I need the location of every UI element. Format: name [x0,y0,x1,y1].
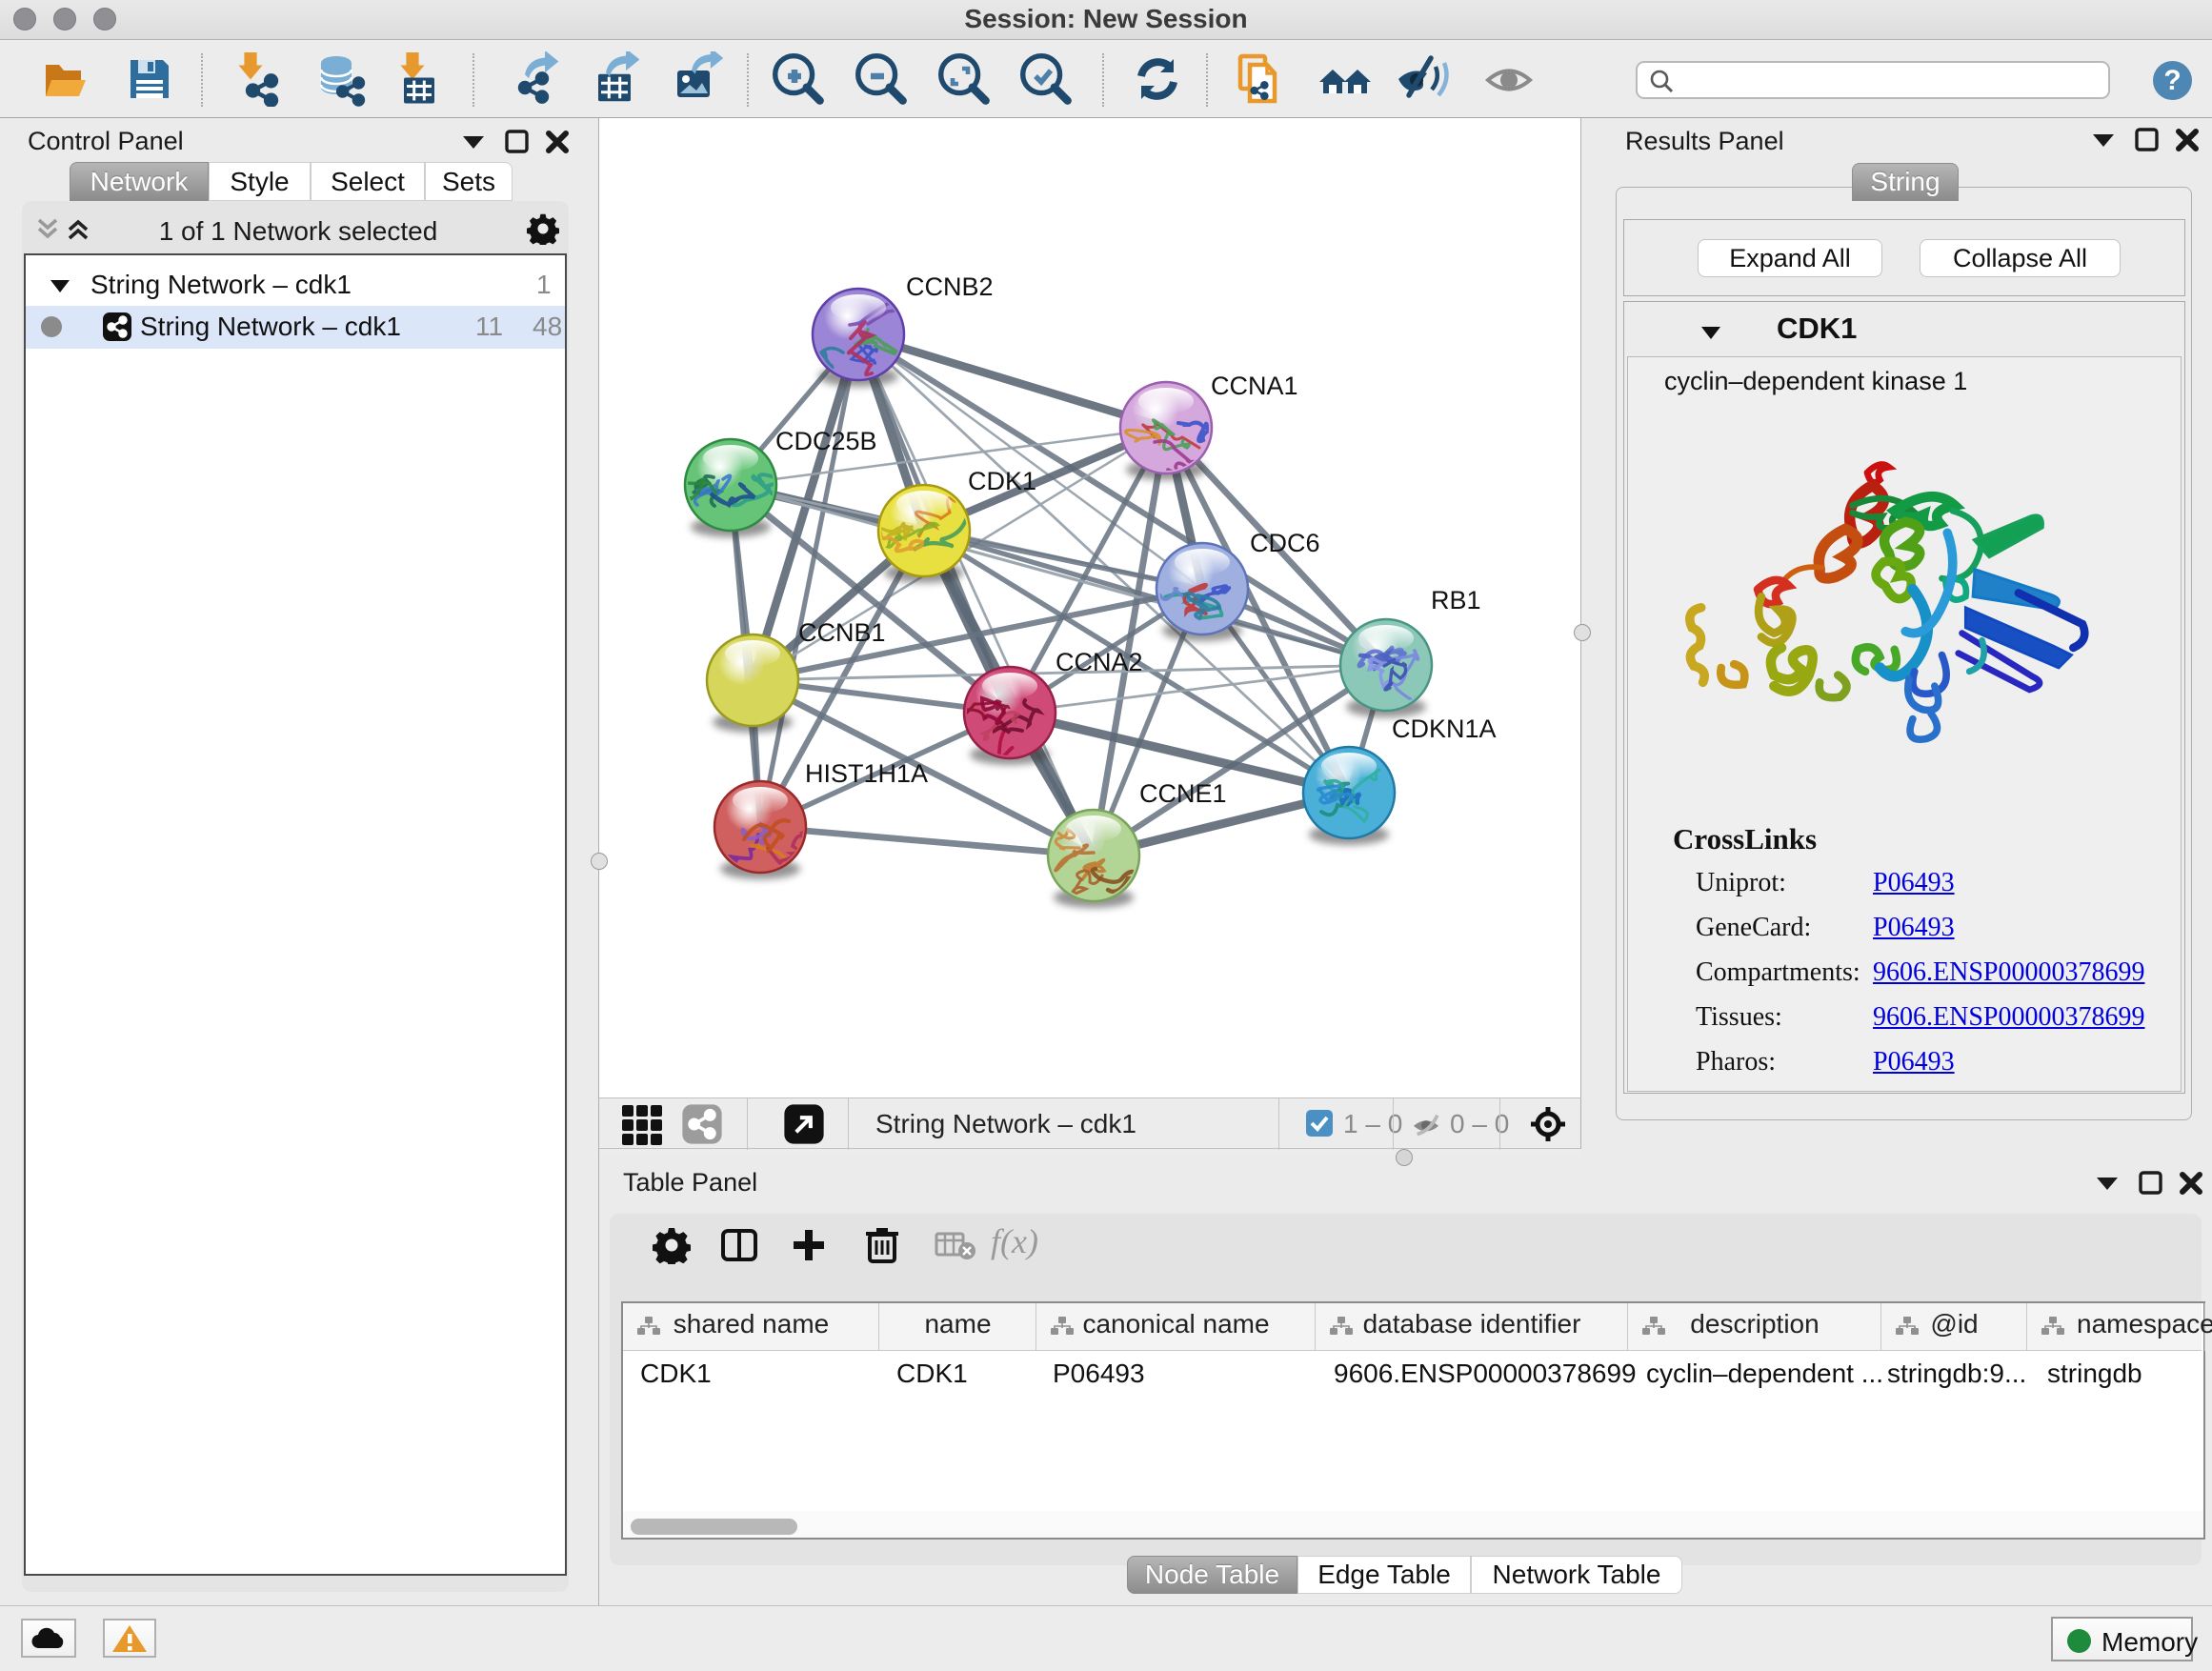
svg-text:RB1: RB1 [1431,586,1481,614]
svg-text:CCNA1: CCNA1 [1211,372,1298,400]
svg-text:CCNE1: CCNE1 [1139,779,1227,808]
svg-text:CCNB1: CCNB1 [798,618,886,647]
svg-text:CDK1: CDK1 [968,467,1036,495]
svg-text:CDC6: CDC6 [1250,529,1320,557]
svg-text:CDKN1A: CDKN1A [1392,715,1497,743]
svg-text:CCNB2: CCNB2 [906,272,994,301]
svg-text:HIST1H1A: HIST1H1A [805,759,928,788]
svg-text:CDC25B: CDC25B [775,427,877,455]
svg-text:CCNA2: CCNA2 [1056,648,1143,676]
